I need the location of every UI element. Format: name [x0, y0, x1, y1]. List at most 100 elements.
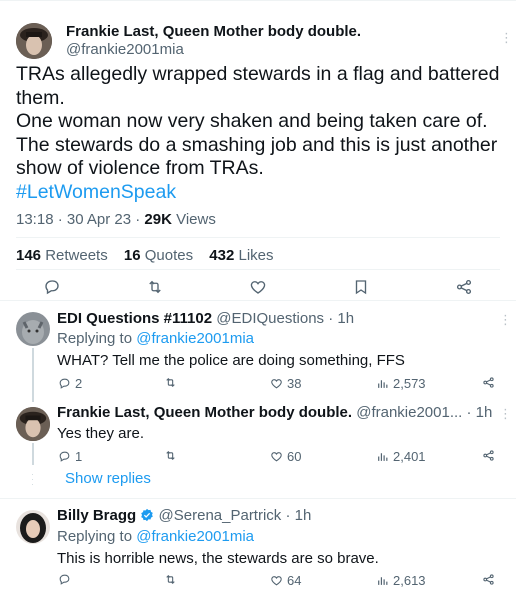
- divider: [0, 300, 516, 301]
- likes-count: 432: [209, 247, 235, 264]
- avatar[interactable]: [16, 407, 50, 441]
- retweet-icon: [166, 574, 175, 585]
- tweet-text: TRAs allegedly wrapped stewards in a fla…: [16, 63, 506, 204]
- views-label: Views: [171, 211, 216, 228]
- likes-stat[interactable]: 432 Likes: [209, 247, 273, 264]
- tweet-text-line: One woman now very shaken and being take…: [16, 110, 488, 132]
- views-count: 2,573: [393, 376, 426, 391]
- retweet-button[interactable]: [164, 376, 177, 389]
- reply-text: This is horrible news, the stewards are …: [57, 550, 379, 567]
- views-button[interactable]: 2,401: [376, 449, 426, 464]
- reply-button[interactable]: [58, 573, 71, 586]
- tweet-text-line: them.: [16, 86, 65, 109]
- views-icon: [378, 380, 388, 388]
- like-button[interactable]: 64: [270, 573, 301, 588]
- author-display-name[interactable]: Frankie Last, Queen Mother body double.: [66, 23, 361, 40]
- divider: [16, 269, 500, 270]
- replying-prefix: Replying to: [57, 330, 137, 347]
- reply-icon[interactable]: [43, 278, 61, 296]
- author-display-name[interactable]: Frankie Last, Queen Mother body double.: [57, 404, 352, 421]
- hashtag-link[interactable]: #LetWomenSpeak: [16, 181, 506, 205]
- views-button[interactable]: 2,573: [376, 376, 426, 391]
- replying-to-link[interactable]: @frankie2001mia: [136, 528, 254, 545]
- reply-icon: [59, 378, 70, 389]
- like-icon[interactable]: [249, 278, 267, 296]
- views-count: 2,401: [393, 449, 426, 464]
- timestamp[interactable]: 13:18 · 30 Apr 23 ·: [16, 211, 144, 228]
- reply-actions: 1 60 2,401: [0, 449, 516, 465]
- reply-icon: [59, 451, 70, 462]
- like-icon: [271, 379, 282, 389]
- share-button[interactable]: [482, 573, 495, 586]
- reply-count: 1: [75, 449, 83, 464]
- reply-icon: [59, 574, 70, 585]
- divider: [0, 498, 516, 499]
- more-options-icon[interactable]: ⋮: [499, 407, 512, 420]
- replying-to: Replying to @frankie2001mia: [57, 330, 254, 347]
- quotes-label: Quotes: [140, 247, 194, 264]
- tweet-metadata: 13:18 · 30 Apr 23 · 29K Views: [16, 211, 216, 228]
- like-count: 38: [287, 376, 302, 391]
- likes-label: Likes: [234, 247, 274, 264]
- author-display-name[interactable]: Billy Bragg: [57, 507, 136, 524]
- reply-count: 2: [75, 376, 83, 391]
- reply-text: Yes they are.: [57, 425, 145, 442]
- quotes-count: 16: [123, 247, 141, 264]
- more-options-icon[interactable]: ⋮: [500, 31, 513, 44]
- replying-to-link[interactable]: @frankie2001mia: [136, 330, 254, 347]
- thread-continuation-icon: · · ·: [31, 469, 34, 489]
- author-handle[interactable]: @frankie2001mia: [66, 41, 184, 58]
- author-handle[interactable]: @EDIQuestions · 1h: [216, 310, 354, 327]
- bookmark-icon[interactable]: [352, 278, 370, 296]
- like-icon: [271, 452, 282, 462]
- tweet-actions: [0, 278, 516, 298]
- retweets-stat[interactable]: 146 Retweets: [16, 247, 108, 264]
- like-count: 60: [287, 449, 302, 464]
- views-count: 29K: [144, 211, 172, 228]
- like-count: 64: [287, 573, 302, 588]
- retweet-icon[interactable]: [146, 278, 164, 296]
- quotes-stat[interactable]: 16 Quotes: [124, 247, 193, 264]
- share-icon: [483, 377, 494, 388]
- share-icon: [483, 450, 494, 461]
- avatar[interactable]: [16, 23, 52, 59]
- engagement-stats: 146 Retweets 16 Quotes 432 Likes: [16, 247, 286, 264]
- tweet-text-line: TRAs allegedly wrapped stewards in a fla…: [16, 63, 500, 85]
- thread-line: [32, 348, 34, 402]
- main-tweet: Frankie Last, Queen Mother body double. …: [0, 0, 516, 300]
- reply-header: Billy Bragg @Serena_Partrick · 1h: [57, 507, 311, 524]
- like-button[interactable]: 38: [270, 376, 301, 391]
- share-icon[interactable]: [455, 278, 473, 296]
- show-replies-link[interactable]: Show replies: [65, 470, 151, 487]
- share-icon: [483, 574, 494, 585]
- avatar[interactable]: [16, 510, 50, 544]
- more-options-icon[interactable]: ⋮: [499, 313, 512, 326]
- avatar[interactable]: [16, 312, 50, 346]
- divider: [16, 237, 500, 238]
- tweet-text-line: The stewards do a smashing job and this …: [16, 133, 498, 156]
- retweet-button[interactable]: [164, 449, 177, 462]
- replying-to: Replying to @frankie2001mia: [57, 528, 254, 545]
- retweets-count: 146: [16, 247, 42, 264]
- views-count: 2,613: [393, 573, 426, 588]
- views-icon: [378, 577, 388, 585]
- retweet-icon: [166, 450, 175, 461]
- like-button[interactable]: 60: [270, 449, 301, 464]
- reply-button[interactable]: 1: [58, 449, 82, 464]
- retweet-icon: [166, 377, 175, 388]
- reply-header: Frankie Last, Queen Mother body double. …: [57, 404, 492, 421]
- author-display-name[interactable]: EDI Questions #11102: [57, 310, 212, 327]
- retweet-button[interactable]: [164, 573, 177, 586]
- tweet-text-line: show of violence from TRAs.: [16, 157, 264, 179]
- views-button[interactable]: 2,613: [376, 573, 426, 588]
- replying-prefix: Replying to: [57, 528, 137, 545]
- author-handle[interactable]: @Serena_Partrick · 1h: [159, 507, 312, 524]
- reply-button[interactable]: 2: [58, 376, 82, 391]
- share-button[interactable]: [482, 449, 495, 462]
- share-button[interactable]: [482, 376, 495, 389]
- reply-text: WHAT? Tell me the police are doing somet…: [57, 352, 405, 369]
- author-handle[interactable]: @frankie2001... · 1h: [356, 404, 492, 421]
- reply-actions: 2 38 2,573: [0, 376, 516, 392]
- verified-badge-icon: [141, 508, 154, 522]
- reply-actions: 64 2,613: [0, 573, 516, 589]
